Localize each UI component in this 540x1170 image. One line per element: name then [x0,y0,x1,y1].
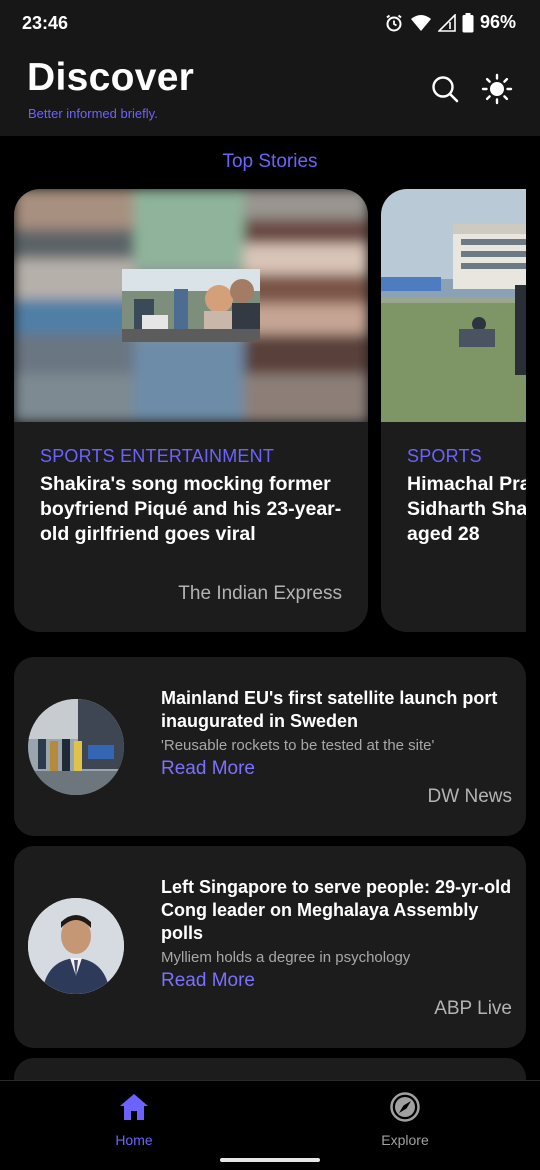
status-icons: 96% [384,12,516,33]
story-headline: Himachal Pra Sidharth Sha aged 28 [407,472,526,547]
status-time: 23:46 [22,13,69,33]
app-header: Discover Better informed briefly. [0,48,540,136]
top-stories-carousel[interactable]: SPORTS ENTERTAINMENT Shakira's song mock… [14,189,526,632]
battery-percentage: 96% [479,12,516,32]
story-headline-line: Sidharth Sha [407,498,526,520]
home-icon [120,1094,148,1120]
status-bar: 23:46 96% [0,0,540,48]
story-image [381,189,526,422]
bottom-navigation: Home Explore [0,1080,540,1170]
app-title: Discover [27,56,195,99]
alarm-icon [386,14,402,31]
story-headline-line: Himachal Pra [407,473,526,495]
news-source: ABP Live [434,998,512,1019]
news-headline: Left Singapore to serve people: 29-yr-ol… [161,877,512,943]
signal-icon [437,13,456,32]
nav-label-home: Home [115,1132,153,1148]
search-icon [432,76,459,103]
top-story-card[interactable]: SPORTS ENTERTAINMENT Shakira's song mock… [14,189,368,632]
news-card[interactable]: Left Singapore to serve people: 29-yr-ol… [14,846,526,1048]
brightness-icon [481,73,513,105]
news-card[interactable]: Mainland EU's first satellite launch por… [14,657,526,836]
news-summary: 'Reusable rockets to be tested at the si… [161,737,435,754]
top-story-card[interactable]: SPORTS Himachal Pra Sidharth Sha aged 28 [381,189,526,632]
news-text: Mainland EU's first satellite launch por… [161,687,516,780]
story-headline-line: aged 28 [407,523,480,545]
read-more-link[interactable]: Read More [161,758,255,780]
news-summary: Mylliem holds a degree in psychology [161,949,411,966]
nav-item-explore[interactable]: Explore [335,1091,475,1148]
search-button[interactable] [428,72,462,106]
news-text: Left Singapore to serve people: 29-yr-ol… [161,876,516,992]
nav-label-explore: Explore [381,1132,429,1148]
news-thumbnail [28,898,124,994]
section-title-top-stories: Top Stories [222,151,318,172]
wifi-icon [410,14,431,31]
news-thumbnail [28,699,124,795]
story-headline: Shakira's song mocking former boyfriend … [40,473,342,545]
nav-item-home[interactable]: Home [64,1091,204,1148]
news-source: DW News [427,786,512,807]
story-category: SPORTS ENTERTAINMENT [40,446,275,466]
story-source: The Indian Express [178,583,342,604]
gesture-home-indicator[interactable] [220,1158,320,1162]
story-category: SPORTS [407,446,482,466]
theme-toggle-button[interactable] [480,72,514,106]
read-more-link[interactable]: Read More [161,970,255,992]
battery-icon [462,12,474,32]
story-image [14,189,368,422]
news-headline: Mainland EU's first satellite launch por… [161,688,498,731]
compass-icon [390,1092,420,1122]
app-subtitle: Better informed briefly. [28,106,158,121]
